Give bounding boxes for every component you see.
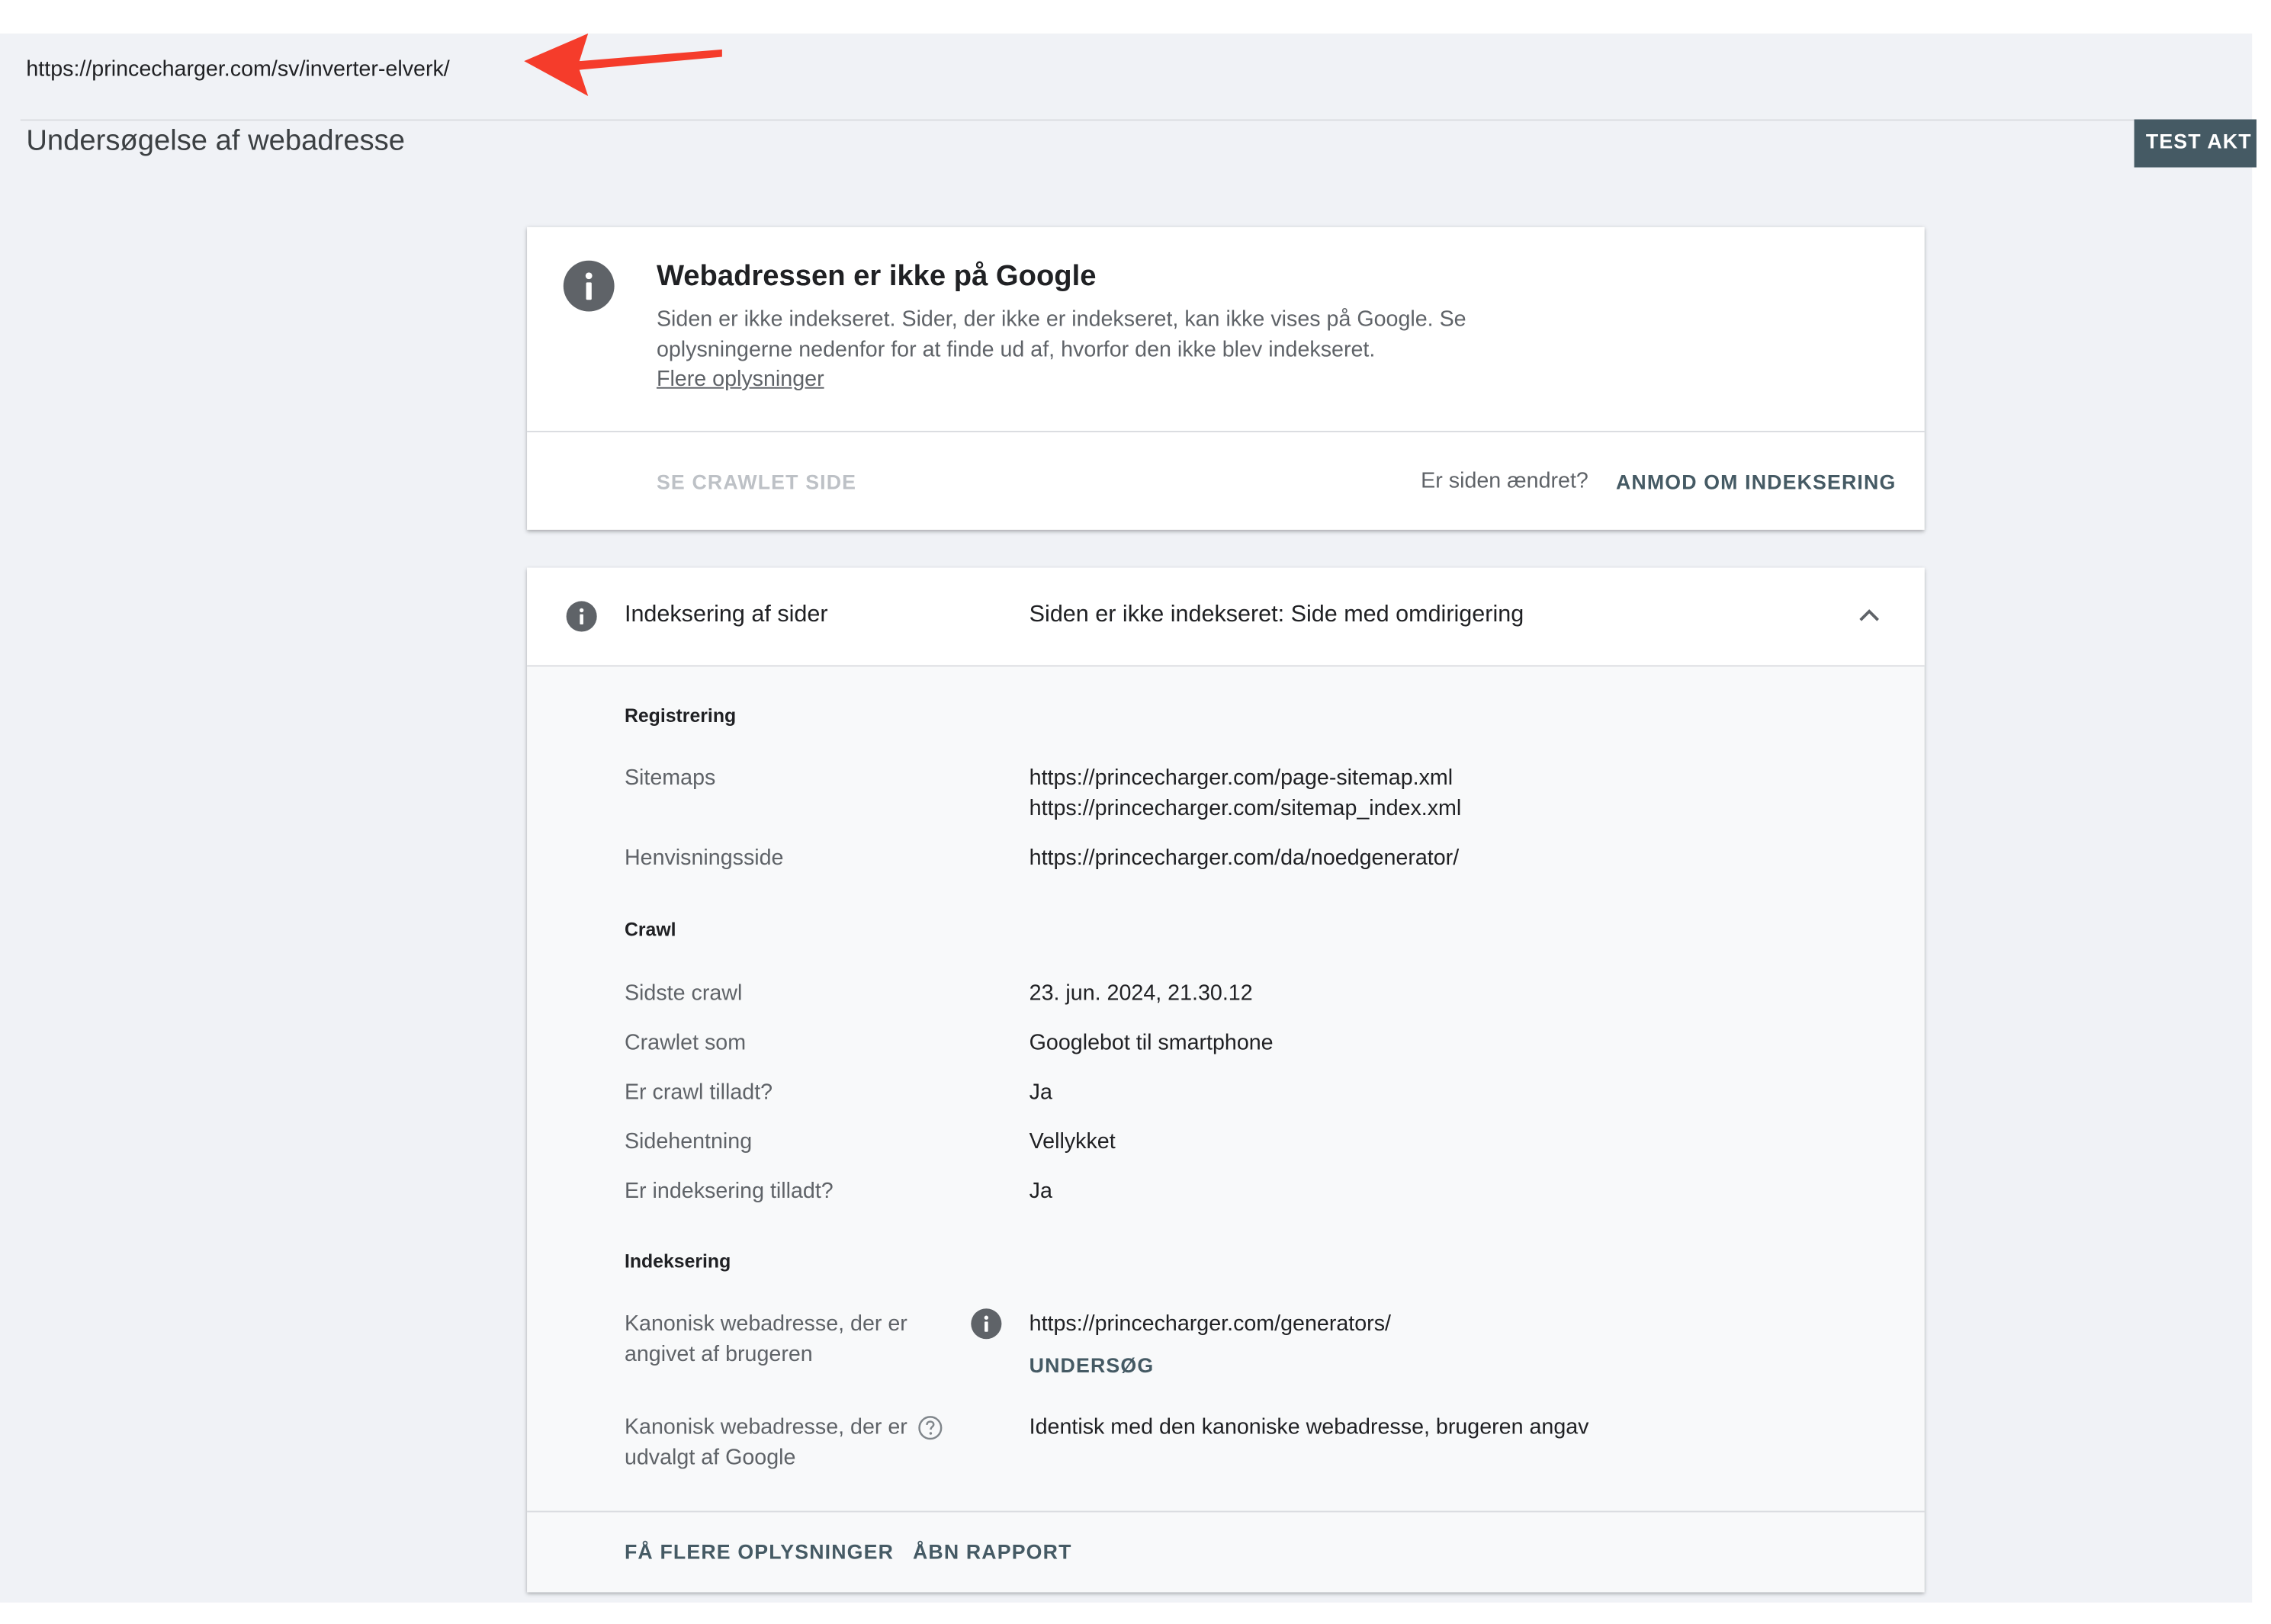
page-indexing-header[interactable]: Indeksering af sider Siden er ikke indek…: [527, 567, 1925, 667]
section-title-crawl: Crawl: [624, 918, 676, 941]
crawled-as-label: Crawlet som: [624, 1030, 747, 1056]
learn-more-button[interactable]: FÅ FLERE OPLYSNINGER: [625, 1540, 894, 1564]
page-title: Undersøgelse af webadresse: [26, 125, 405, 158]
page-changed-question: Er siden ændret?: [1421, 468, 1588, 494]
divider: [527, 1510, 1925, 1513]
last-crawl-label: Sidste crawl: [624, 980, 743, 1006]
indexing-allowed-value: Ja: [1029, 1179, 1052, 1204]
info-icon: [563, 260, 615, 312]
stage: https://princecharger.com/sv/inverter-el…: [0, 0, 2271, 1624]
user-canonical-value[interactable]: https://princecharger.com/generators/: [1029, 1308, 1391, 1339]
view-crawled-page-button[interactable]: SE CRAWLET SIDE: [657, 470, 856, 494]
page-fetch-label: Sidehentning: [624, 1129, 753, 1154]
page-indexing-status: Siden er ikke indekseret: Side med omdir…: [1029, 602, 1524, 627]
sitemap-url[interactable]: https://princecharger.com/sitemap_index.…: [1029, 793, 1462, 823]
info-icon[interactable]: [971, 1308, 1002, 1340]
referring-page-label: Henvisningsside: [624, 846, 784, 871]
sitemap-url[interactable]: https://princecharger.com/page-sitemap.x…: [1029, 762, 1453, 793]
test-live-url-button[interactable]: TEST AKT: [2134, 119, 2257, 168]
chevron-up-icon[interactable]: [1858, 607, 1881, 624]
user-canonical-label: Kanonisk webadresse, der er angivet af b…: [624, 1311, 907, 1367]
crawl-allowed-label: Er crawl tilladt?: [624, 1080, 773, 1105]
inspect-button[interactable]: UNDERSØG: [1029, 1353, 1155, 1377]
learn-more-link[interactable]: Flere oplysninger: [657, 367, 824, 391]
info-icon: [566, 601, 597, 632]
request-indexing-button[interactable]: ANMOD OM INDEKSERING: [1616, 470, 1896, 494]
section-title-indexing: Indeksering: [624, 1250, 731, 1273]
status-card: Webadressen er ikke på Google Siden er i…: [527, 226, 1925, 530]
google-canonical-value: Identisk med den kanoniske webadresse, b…: [1029, 1414, 1589, 1440]
open-report-button[interactable]: ÅBN RAPPORT: [913, 1540, 1072, 1564]
status-title: Webadressen er ikke på Google: [656, 260, 1097, 293]
inspected-url[interactable]: https://princecharger.com/sv/inverter-el…: [26, 56, 449, 81]
crawl-allowed-value: Ja: [1029, 1080, 1052, 1105]
google-canonical-label: Kanonisk webadresse, der er udvalgt af G…: [624, 1414, 907, 1471]
sitemaps-label: Sitemaps: [624, 765, 716, 791]
page-indexing-label: Indeksering af sider: [624, 602, 828, 627]
divider: [527, 431, 1925, 432]
crawled-as-value: Googlebot til smartphone: [1029, 1030, 1274, 1056]
page-fetch-value: Vellykket: [1029, 1129, 1116, 1154]
page-indexing-card: Indeksering af sider Siden er ikke indek…: [527, 567, 1925, 1593]
status-description: Siden er ikke indekseret. Sider, der ikk…: [656, 307, 1466, 363]
help-icon[interactable]: [917, 1415, 943, 1441]
referring-page-value[interactable]: https://princecharger.com/da/noedgenerat…: [1029, 842, 1460, 873]
indexing-allowed-label: Er indeksering tilladt?: [624, 1179, 834, 1204]
red-arrow-icon: [524, 33, 722, 96]
section-title-discovery: Registrering: [624, 704, 737, 727]
last-crawl-value: 23. jun. 2024, 21.30.12: [1029, 980, 1253, 1006]
